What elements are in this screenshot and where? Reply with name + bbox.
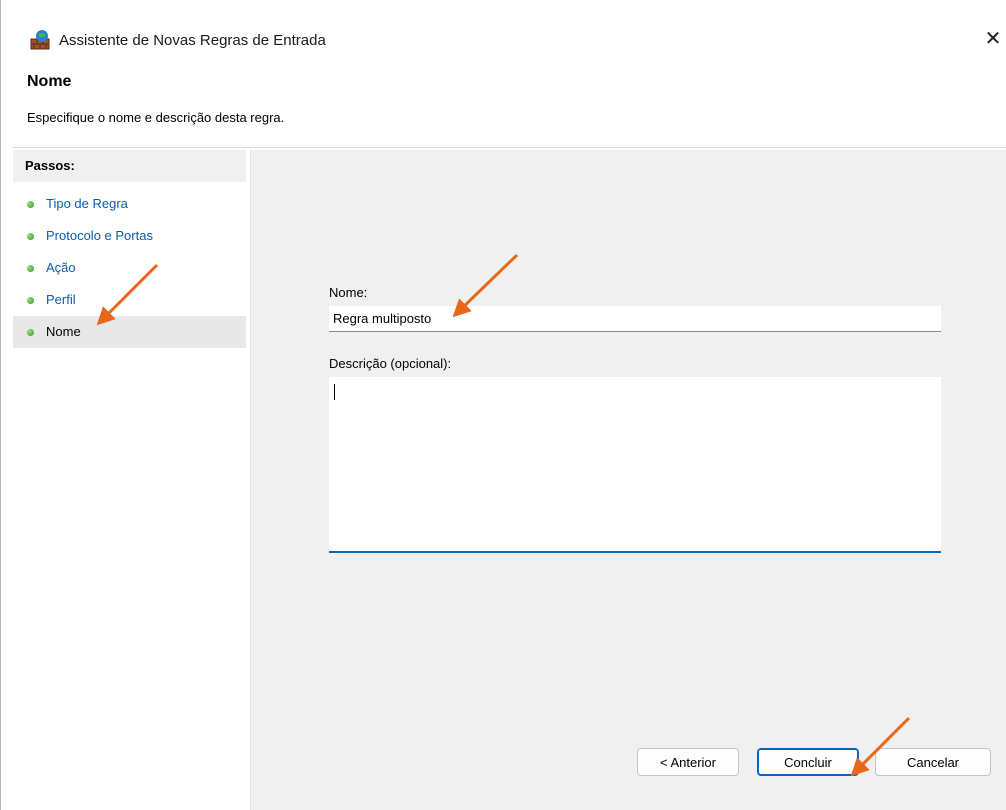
step-tipo-de-regra[interactable]: Tipo de Regra (13, 188, 246, 220)
firewall-icon (30, 30, 50, 50)
header-divider (13, 147, 1006, 148)
page-title: Nome (27, 73, 72, 90)
window-title: Assistente de Novas Regras de Entrada (59, 32, 326, 49)
description-label: Descrição (opcional): (329, 356, 452, 371)
step-status-dot-icon (27, 329, 34, 336)
form-panel: Nome: Descrição (opcional): < Anterior C… (251, 150, 1006, 810)
step-acao[interactable]: Ação (13, 252, 246, 284)
step-label: Protocolo e Portas (46, 228, 153, 243)
step-label: Perfil (46, 292, 76, 307)
step-status-dot-icon (27, 297, 34, 304)
steps-heading: Passos: (13, 150, 246, 182)
step-label: Ação (46, 260, 76, 275)
description-textarea[interactable] (329, 377, 941, 553)
close-button[interactable]: ✕ (979, 22, 1006, 56)
steps-sidebar: Passos: Tipo de Regra Protocolo e Portas… (13, 150, 250, 810)
step-label: Nome (46, 324, 81, 339)
step-perfil[interactable]: Perfil (13, 284, 246, 316)
back-button[interactable]: < Anterior (637, 748, 739, 776)
step-status-dot-icon (27, 265, 34, 272)
wizard-window: Assistente de Novas Regras de Entrada ✕ … (0, 0, 1006, 810)
name-label: Nome: (329, 285, 368, 300)
step-status-dot-icon (27, 201, 34, 208)
cancel-button[interactable]: Cancelar (875, 748, 991, 776)
text-caret (334, 384, 335, 400)
step-protocolo-e-portas[interactable]: Protocolo e Portas (13, 220, 246, 252)
step-label: Tipo de Regra (46, 196, 128, 211)
page-subtitle: Especifique o nome e descrição desta reg… (27, 110, 285, 125)
step-status-dot-icon (27, 233, 34, 240)
finish-button[interactable]: Concluir (757, 748, 859, 776)
step-nome[interactable]: Nome (13, 316, 246, 348)
name-input[interactable] (329, 306, 941, 332)
title-bar: Assistente de Novas Regras de Entrada ✕ (1, 0, 1006, 68)
